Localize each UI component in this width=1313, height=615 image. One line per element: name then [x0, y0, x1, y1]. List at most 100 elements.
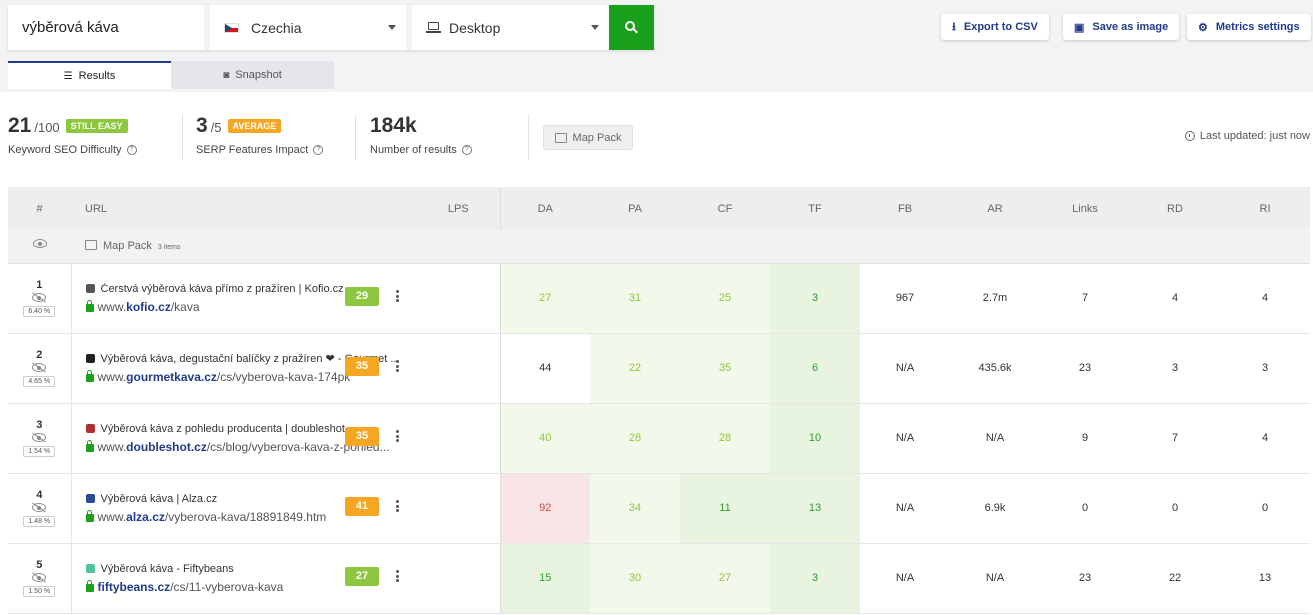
col-cf[interactable]: CF: [680, 187, 770, 230]
col-fb[interactable]: FB: [860, 187, 950, 230]
url-domain: kofio.cz: [126, 299, 171, 314]
more-options-icon[interactable]: [396, 570, 399, 582]
pa-cell: 28: [590, 403, 680, 474]
cf-cell: 27: [680, 543, 770, 614]
links-cell: 7: [1040, 263, 1130, 334]
results-count-value: 184k: [370, 114, 417, 137]
tab-snapshot[interactable]: ◙ Snapshot: [171, 61, 334, 89]
col-rank[interactable]: #: [8, 187, 71, 230]
table-row[interactable]: 1 6.40 % Čerstvá výběrová káva přímo z p…: [8, 263, 1310, 334]
more-options-icon[interactable]: [396, 290, 399, 302]
chevron-down-icon: [591, 25, 599, 30]
url-path: /cs/11-vyberova-kava: [170, 579, 284, 594]
links-cell: 23: [1040, 333, 1130, 404]
ctr-percent: 6.40 %: [23, 306, 56, 317]
url-prefix: www.: [97, 439, 127, 454]
favicon-icon: [85, 564, 95, 573]
serp-impact-label: SERP Features Impact: [196, 144, 309, 156]
rd-cell: 22: [1130, 543, 1220, 614]
col-rd[interactable]: RD: [1130, 187, 1220, 230]
favicon-icon: [85, 284, 95, 293]
results-count-label: Number of results: [370, 144, 457, 156]
clock-icon: [1184, 131, 1195, 141]
pa-cell: 22: [590, 333, 680, 404]
da-cell: 92: [500, 473, 590, 544]
col-ri[interactable]: RI: [1220, 187, 1310, 230]
help-icon[interactable]: ?: [126, 145, 137, 155]
ar-cell: N/A: [950, 543, 1040, 614]
table-row[interactable]: 2 4.65 % Výběrová káva, degustační balíč…: [8, 333, 1310, 404]
col-url[interactable]: URL: [71, 187, 417, 230]
lps-badge: 35: [345, 357, 379, 376]
url-prefix: www.: [97, 299, 127, 314]
eye-off-icon[interactable]: [32, 432, 47, 443]
rank-cell: 5 1.50 %: [8, 543, 72, 614]
lock-icon: [85, 509, 94, 522]
map-pack-row-label: Map Pack: [103, 240, 152, 253]
more-options-icon[interactable]: [396, 360, 399, 372]
ar-cell: 435.6k: [950, 333, 1040, 404]
result-title-text: Výběrová káva | Alza.cz: [100, 492, 218, 505]
eye-off-icon[interactable]: [32, 502, 47, 513]
rd-cell: 7: [1130, 403, 1220, 474]
tf-cell: 3: [770, 263, 860, 334]
serp-impact-value: 3: [196, 114, 208, 137]
save-image-button[interactable]: ▣ Save as image: [1063, 14, 1180, 40]
stat-divider: [182, 114, 183, 160]
help-icon[interactable]: ?: [461, 145, 472, 155]
export-csv-button[interactable]: ⭳ Export to CSV: [941, 14, 1049, 40]
metrics-settings-button[interactable]: ⚙ Metrics settings: [1187, 14, 1311, 40]
col-pa[interactable]: PA: [590, 187, 680, 230]
view-tabs: ☰ Results ◙ Snapshot: [8, 61, 334, 89]
country-label: Czechia: [251, 19, 302, 36]
rank-number: 5: [36, 559, 43, 571]
url-domain: doubleshot.cz: [126, 439, 207, 454]
seo-difficulty-badge: STILL EASY: [65, 119, 128, 133]
serp-impact-max: /5: [210, 120, 222, 135]
col-ar[interactable]: AR: [950, 187, 1040, 230]
url-domain: gourmetkava.cz: [126, 370, 217, 384]
ri-cell: 4: [1220, 263, 1310, 334]
map-pack-visibility[interactable]: [8, 230, 71, 264]
rank-number: 2: [36, 349, 43, 361]
tf-cell: 10: [770, 403, 860, 474]
lps-cell: 41: [345, 473, 501, 544]
eye-off-icon[interactable]: [32, 292, 47, 303]
url-domain: alza.cz: [126, 509, 165, 524]
table-row[interactable]: 3 1.54 % Výběrová káva z pohledu produce…: [8, 403, 1310, 474]
keyword-input[interactable]: [8, 5, 204, 50]
ar-cell: 6.9k: [950, 473, 1040, 544]
result-title-text: Výběrová káva z pohledu producenta | dou…: [100, 422, 345, 435]
seo-difficulty-value: 21: [8, 114, 32, 137]
da-cell: 15: [500, 543, 590, 614]
tab-results-label: Results: [78, 70, 116, 82]
eye-off-icon[interactable]: [32, 362, 47, 373]
map-pack-button[interactable]: Map Pack: [543, 125, 633, 150]
table-row[interactable]: 5 1.50 % Výběrová káva - Fiftybeans fift…: [8, 543, 1310, 614]
help-icon[interactable]: ?: [313, 145, 324, 155]
col-links[interactable]: Links: [1040, 187, 1130, 230]
fb-cell: N/A: [860, 473, 950, 544]
search-button[interactable]: [609, 5, 654, 50]
col-lps[interactable]: LPS: [417, 187, 501, 230]
stat-divider: [528, 114, 529, 160]
map-pack-row[interactable]: Map Pack 3 items: [8, 230, 1310, 264]
col-da[interactable]: DA: [500, 187, 590, 230]
col-tf[interactable]: TF: [770, 187, 860, 230]
table-row[interactable]: 4 1.48 % Výběrová káva | Alza.cz www. alz…: [8, 473, 1310, 544]
serp-impact-badge: AVERAGE: [227, 119, 282, 133]
country-select[interactable]: Czechia: [204, 5, 406, 50]
device-select[interactable]: Desktop: [406, 5, 609, 50]
tab-results[interactable]: ☰ Results: [8, 61, 171, 89]
cf-cell: 28: [680, 403, 770, 474]
top-bar: Czechia Desktop ⭳ Export to CSV ▣ Save a…: [0, 0, 1313, 92]
rd-cell: 4: [1130, 263, 1220, 334]
url-path: /kava: [170, 299, 200, 314]
more-options-icon[interactable]: [396, 500, 399, 512]
eye-off-icon[interactable]: [32, 572, 47, 583]
ctr-percent: 1.54 %: [23, 446, 56, 457]
links-cell: 0: [1040, 473, 1130, 544]
last-updated-label: Last updated: just now: [1199, 130, 1310, 142]
cf-cell: 25: [680, 263, 770, 334]
more-options-icon[interactable]: [396, 430, 399, 442]
